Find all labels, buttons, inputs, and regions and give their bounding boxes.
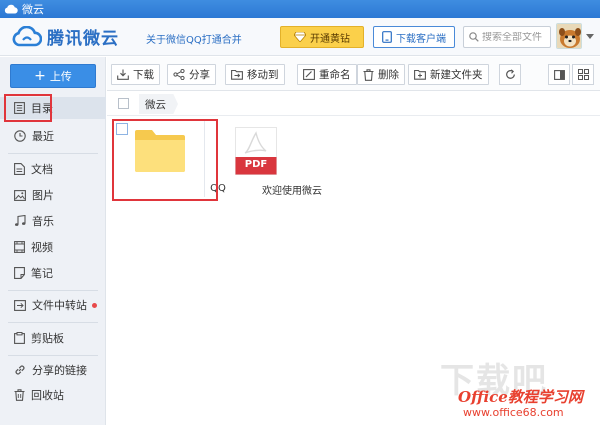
sidebar-item-label: 回收站 [31, 389, 64, 402]
trash-icon [363, 68, 374, 81]
search-input[interactable] [482, 31, 550, 43]
sidebar-item-label: 文档 [31, 163, 53, 176]
sidebar-divider [8, 322, 98, 323]
pdf-badge: PDF [244, 159, 268, 170]
avatar-image-icon [557, 24, 581, 48]
rename-icon [303, 69, 315, 80]
watermark-site-name: Office教程学习网 [458, 388, 583, 406]
clipboard-icon [14, 332, 25, 344]
delete-button[interactable]: 删除 [357, 64, 405, 85]
link-icon [15, 365, 25, 375]
document-icon [14, 163, 25, 175]
list-view-button[interactable] [548, 64, 570, 85]
file-toolbar: 下载 分享 移动到 重命名 删除 新建文件夹 [107, 57, 600, 91]
new-folder-button[interactable]: 新建文件夹 [408, 64, 489, 85]
sidebar-divider [8, 153, 98, 154]
grid-icon [577, 69, 589, 80]
title-bar: 微云 [0, 0, 600, 18]
search-icon [469, 32, 479, 42]
sidebar-item-label: 视频 [31, 241, 53, 254]
app-header: 腾讯微云 关于微信QQ打通合并 开通黄钻 下载客户端 [0, 18, 600, 56]
sidebar-item-label: 笔记 [31, 267, 53, 280]
slogan-link[interactable]: 关于微信QQ打通合并 [146, 31, 242, 46]
logo-text: 腾讯微云 [47, 29, 119, 49]
weiyun-logo-icon [12, 25, 42, 46]
sidebar: + 上传 目录 最近 文档 图片 音乐 视频 笔记 文件中转站 剪贴板 分享的链… [0, 57, 106, 425]
sidebar-item-transfer[interactable]: 文件中转站 [0, 294, 106, 316]
grid-view-button[interactable] [572, 64, 594, 85]
sidebar-item-recent[interactable]: 最近 [0, 125, 106, 147]
breadcrumb-item-root[interactable]: 微云 [139, 94, 178, 114]
new-folder-label: 新建文件夹 [430, 69, 483, 81]
panel-view-icon [553, 69, 565, 80]
sidebar-item-videos[interactable]: 视频 [0, 236, 106, 258]
monitor-icon [382, 31, 392, 43]
music-icon [15, 215, 26, 226]
sidebar-item-notes[interactable]: 笔记 [0, 262, 106, 284]
sidebar-item-label: 文件中转站 [32, 299, 87, 312]
refresh-icon [505, 69, 515, 79]
sidebar-item-clipboard[interactable]: 剪贴板 [0, 327, 106, 349]
download-client-label: 下载客户端 [396, 33, 446, 45]
cloud-icon [4, 4, 18, 14]
upload-label: 上传 [49, 70, 72, 83]
window-title: 微云 [22, 3, 44, 16]
sidebar-item-documents[interactable]: 文档 [0, 158, 106, 180]
directory-highlight-box [4, 94, 52, 122]
delete-label: 删除 [378, 69, 399, 81]
breadcrumb: 微云 [107, 92, 600, 116]
sidebar-divider [8, 290, 98, 291]
plus-icon: + [34, 68, 46, 84]
file-name: 欢迎使用微云 [262, 186, 322, 197]
video-icon [14, 241, 25, 253]
share-button[interactable]: 分享 [167, 64, 216, 85]
refresh-button[interactable] [499, 64, 521, 85]
download-label: 下载 [133, 69, 154, 81]
sidebar-item-music[interactable]: 音乐 [0, 210, 106, 232]
sidebar-item-shared-links[interactable]: 分享的链接 [0, 359, 106, 381]
watermark-url: www.office68.com [463, 406, 564, 419]
note-icon [14, 267, 25, 279]
trash-icon [14, 389, 25, 401]
sidebar-item-images[interactable]: 图片 [0, 184, 106, 206]
sidebar-item-label: 音乐 [32, 215, 54, 228]
sidebar-item-label: 剪贴板 [31, 332, 64, 345]
rename-button[interactable]: 重命名 [297, 64, 357, 85]
open-vip-label: 开通黄钻 [310, 33, 350, 45]
new-folder-icon [414, 69, 426, 80]
sidebar-item-recycle-bin[interactable]: 回收站 [0, 384, 106, 406]
diamond-icon [294, 32, 306, 42]
move-folder-icon [231, 69, 243, 80]
download-client-button[interactable]: 下载客户端 [373, 26, 455, 48]
download-icon [117, 69, 129, 80]
folder-highlight-box [112, 119, 218, 201]
rename-label: 重命名 [319, 69, 351, 81]
avatar[interactable] [556, 23, 582, 49]
breadcrumb-label: 微云 [145, 98, 166, 111]
logo[interactable]: 腾讯微云 [12, 24, 119, 49]
upload-button[interactable]: + 上传 [10, 64, 96, 88]
file-item-welcome-pdf[interactable]: PDF 欢迎使用微云 [222, 122, 322, 198]
download-button[interactable]: 下载 [111, 64, 160, 85]
share-label: 分享 [189, 69, 210, 81]
share-icon [173, 69, 185, 80]
search-box[interactable] [463, 26, 551, 48]
notification-dot [92, 302, 97, 308]
sidebar-item-label: 分享的链接 [32, 364, 87, 377]
select-all-checkbox[interactable] [118, 98, 129, 109]
clock-icon [14, 130, 26, 142]
move-to-button[interactable]: 移动到 [225, 64, 285, 85]
open-vip-button[interactable]: 开通黄钻 [280, 26, 364, 48]
move-to-label: 移动到 [247, 69, 279, 81]
image-icon [14, 189, 26, 201]
transfer-icon [14, 299, 26, 311]
sidebar-divider [8, 355, 98, 356]
sidebar-item-label: 最近 [32, 130, 54, 143]
account-menu-chevron-icon[interactable] [586, 34, 594, 39]
sidebar-item-label: 图片 [32, 189, 54, 202]
